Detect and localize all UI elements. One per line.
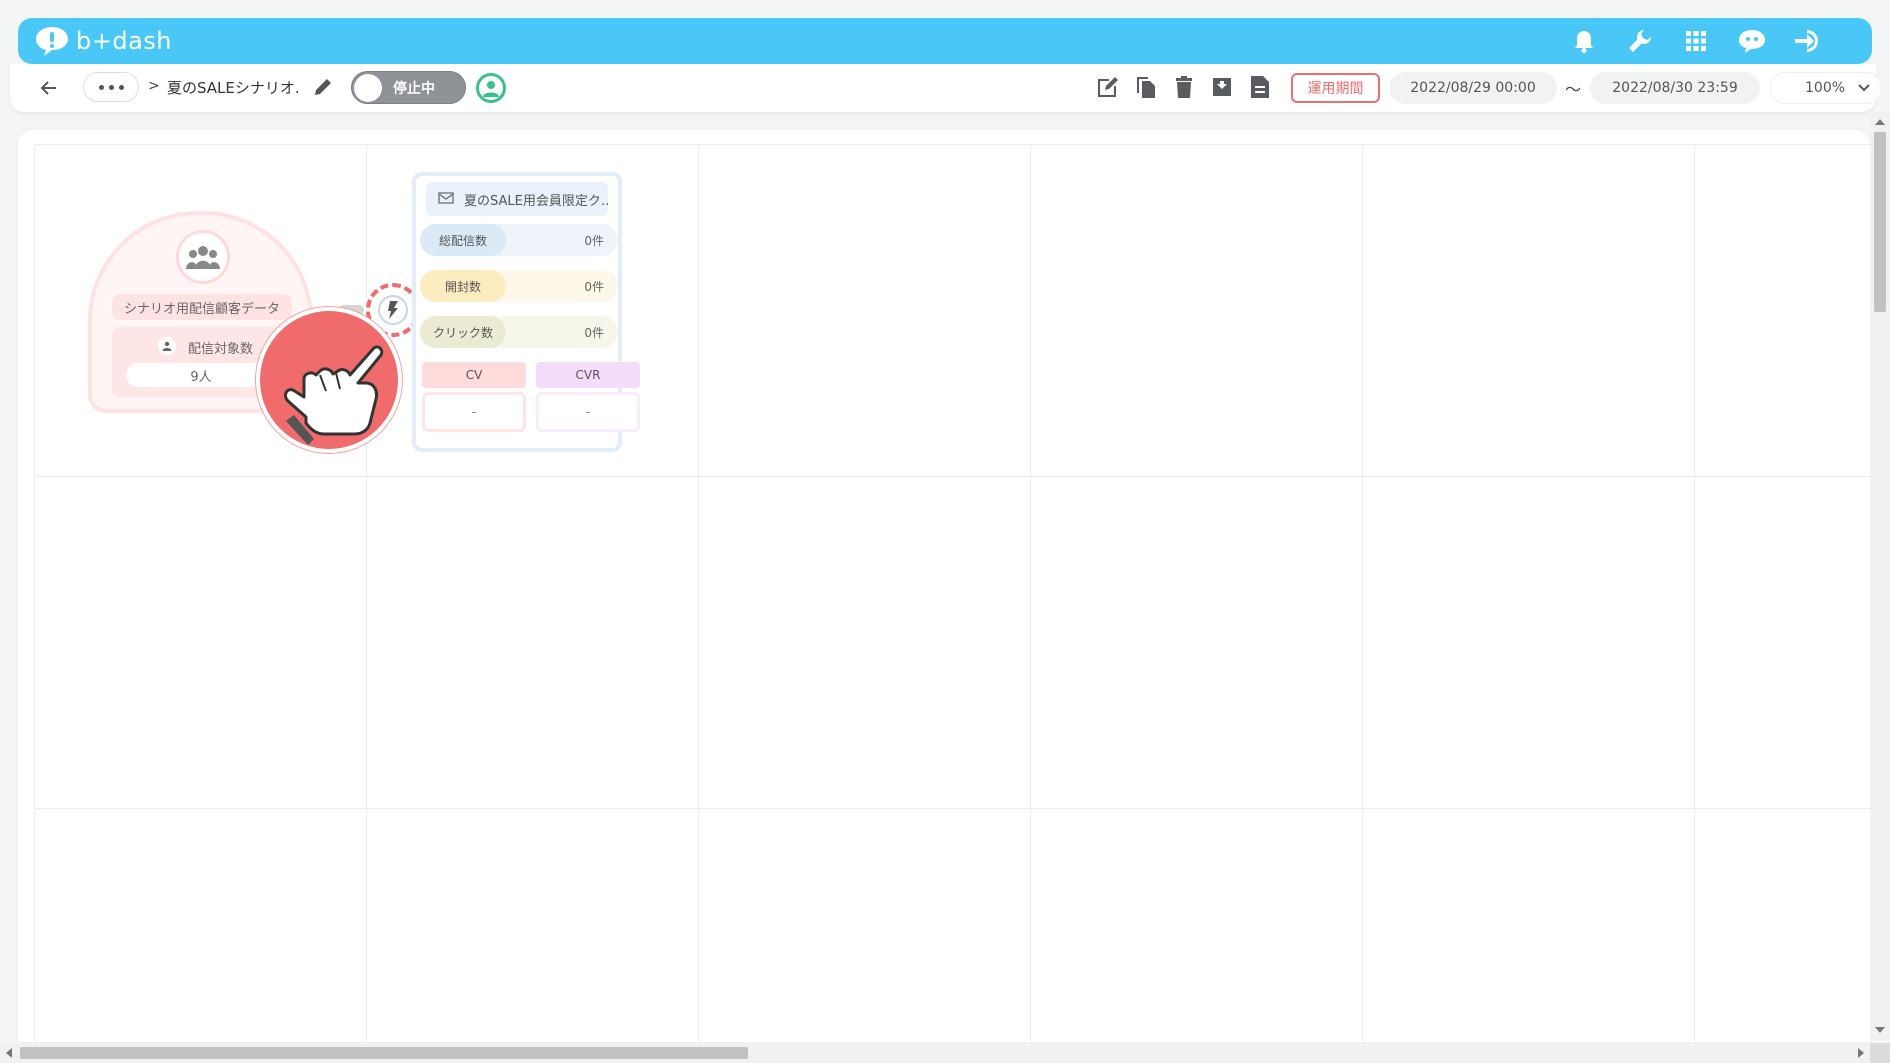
toggle-label: 停止中 [393, 81, 435, 97]
cvr-value: - [536, 392, 640, 432]
scroll-right-icon[interactable] [1858, 1048, 1864, 1058]
document-icon[interactable] [1247, 74, 1273, 100]
grid-line [366, 144, 367, 1042]
trash-icon[interactable] [1171, 74, 1197, 100]
grid-line [34, 144, 1870, 145]
bdash-logo[interactable]: b+dash [34, 23, 172, 59]
user-avatar-icon[interactable] [476, 73, 506, 103]
breadcrumb-more-button[interactable] [83, 72, 139, 102]
person-icon [158, 337, 176, 355]
cv-label: CV [422, 362, 526, 388]
status-toggle[interactable]: 停止中 [351, 71, 466, 104]
stat-row-total-sent: 総配信数 0件 [420, 224, 618, 256]
horizontal-scroll-thumb[interactable] [20, 1047, 748, 1059]
grid-line [34, 808, 1870, 809]
stat-value: 0件 [584, 280, 604, 294]
horizontal-scrollbar[interactable] [0, 1043, 1870, 1063]
scenario-title: 夏のSALEシナリオ. [167, 79, 300, 97]
wrench-icon[interactable] [1612, 26, 1668, 56]
pencil-icon[interactable] [312, 76, 334, 98]
edit-note-icon[interactable] [1095, 74, 1121, 100]
scroll-down-icon[interactable] [1875, 1027, 1885, 1033]
scenario-canvas[interactable]: シナリオ用配信顧客データ 配信対象数 9人 夏のSALE用会員限定ク… 総配信数… [18, 130, 1870, 1042]
stat-value: 0件 [584, 234, 604, 248]
segment-count-label: 配信対象数 [188, 342, 254, 357]
date-to-field[interactable]: 2022/08/30 23:59 [1590, 72, 1760, 104]
grid-line [698, 144, 699, 1042]
copy-icon[interactable] [1133, 74, 1159, 100]
chat-bot-icon[interactable] [1724, 26, 1780, 56]
zoom-value: 100% [1805, 80, 1846, 96]
mail-title: 夏のSALE用会員限定ク… [426, 182, 608, 216]
chevron-down-icon [1857, 81, 1871, 95]
logo-text: b+dash [76, 27, 172, 55]
stat-label: 開封数 [420, 270, 506, 302]
scroll-up-icon[interactable] [1875, 119, 1885, 125]
stat-row-opens: 開封数 0件 [420, 270, 618, 302]
breadcrumb-separator: > [148, 78, 160, 94]
tutorial-pointer [256, 307, 402, 453]
toggle-knob [354, 74, 382, 102]
stat-label: 総配信数 [420, 224, 506, 256]
archive-icon[interactable] [1209, 74, 1235, 100]
cv-value: - [422, 392, 526, 432]
logo-bubble-icon [34, 25, 70, 57]
tool-icon-group [1095, 74, 1273, 100]
stat-value: 0件 [584, 326, 604, 340]
logout-icon[interactable] [1780, 26, 1836, 56]
grid-line [1362, 144, 1363, 1042]
operation-period-button[interactable]: 運用期間 [1291, 73, 1380, 103]
grid-line [1030, 144, 1031, 1042]
bell-icon[interactable] [1556, 26, 1612, 56]
mail-title-text: 夏のSALE用会員限定ク… [464, 193, 608, 209]
scroll-left-icon[interactable] [6, 1048, 12, 1058]
date-range-separator: 〜 [1565, 80, 1582, 99]
segment-count-value: 9人 [126, 363, 276, 387]
app-header: b+dash [18, 18, 1872, 64]
grid-line [1694, 144, 1695, 1042]
cvr-label: CVR [536, 362, 640, 388]
zoom-select[interactable]: 100% [1770, 72, 1882, 104]
mail-node[interactable]: 夏のSALE用会員限定ク… 総配信数 0件 開封数 0件 クリック数 0件 CV… [412, 172, 640, 452]
group-users-icon [176, 230, 230, 284]
scrollbar-corner [1870, 1043, 1890, 1063]
stat-row-clicks: クリック数 0件 [420, 316, 618, 348]
pointing-hand-icon [284, 345, 384, 445]
grid-line [34, 144, 35, 1042]
vertical-scroll-thumb[interactable] [1874, 132, 1886, 312]
vertical-scrollbar[interactable] [1870, 112, 1890, 1040]
apps-grid-icon[interactable] [1668, 26, 1724, 56]
envelope-icon [438, 191, 454, 209]
back-arrow-icon[interactable] [38, 78, 62, 98]
date-from-field[interactable]: 2022/08/29 00:00 [1389, 72, 1557, 104]
header-icon-group [1556, 26, 1836, 56]
scenario-toolbar: > 夏のSALEシナリオ. 停止中 運用期間 2022/08/29 00:00 … [10, 64, 1882, 112]
grid-line [34, 476, 1870, 477]
stat-label: クリック数 [420, 316, 506, 348]
